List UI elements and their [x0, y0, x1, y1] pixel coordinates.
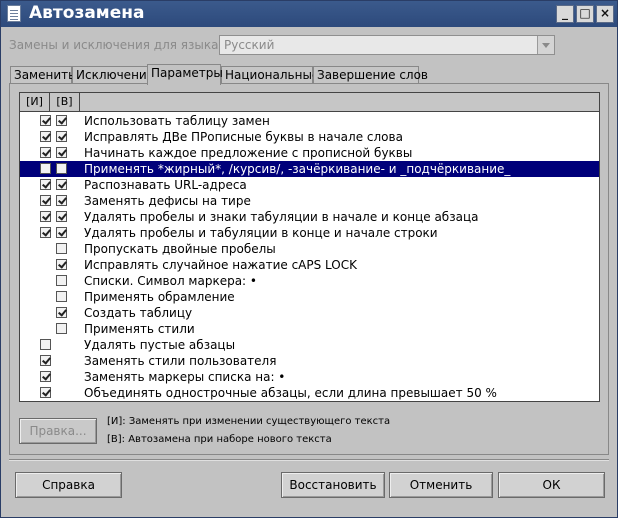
list-item[interactable]: Заменять стили пользователя: [20, 353, 599, 369]
option-label: Удалять пробелы и табуляции в конце и на…: [84, 226, 438, 240]
type-checkbox[interactable]: [56, 307, 67, 318]
minimize-button[interactable]: _: [556, 5, 574, 23]
modify-checkbox[interactable]: [40, 371, 51, 382]
option-label: Распознавать URL-адреса: [84, 178, 247, 192]
list-item[interactable]: Пропускать двойные пробелы: [20, 241, 599, 257]
list-item[interactable]: Исправлять случайное нажатие cAPS LOCK: [20, 257, 599, 273]
option-label: Заменять дефисы на тире: [84, 194, 251, 208]
list-item[interactable]: Заменять маркеры списка на: •: [20, 369, 599, 385]
autocorrect-dialog: Автозамена _ □ × Замены и исключения для…: [0, 0, 618, 518]
language-select[interactable]: Русский: [219, 35, 555, 55]
list-item[interactable]: Удалять пробелы и табуляции в конце и на…: [20, 225, 599, 241]
list-item[interactable]: Заменять дефисы на тире: [20, 193, 599, 209]
list-item[interactable]: Применять обрамление: [20, 289, 599, 305]
tab-replace[interactable]: Заменить: [10, 66, 75, 83]
type-checkbox[interactable]: [56, 227, 67, 238]
legend-type: [В]: Автозамена при наборе нового текста: [107, 434, 332, 445]
modify-checkbox[interactable]: [40, 387, 51, 398]
list-item[interactable]: Применять стили: [20, 321, 599, 337]
modify-checkbox[interactable]: [40, 131, 51, 142]
list-item[interactable]: Удалять пробелы и знаки табуляции в нача…: [20, 209, 599, 225]
type-checkbox[interactable]: [56, 147, 67, 158]
type-checkbox[interactable]: [56, 211, 67, 222]
legend-modify: [И]: Заменять при изменении существующег…: [107, 416, 391, 427]
modify-checkbox[interactable]: [40, 227, 51, 238]
option-label: Заменять маркеры списка на: •: [84, 370, 286, 384]
language-label: Замены и исключения для языка:: [9, 38, 223, 52]
list-item[interactable]: Использовать таблицу замен: [20, 113, 599, 129]
column-header-modify[interactable]: [И]: [20, 93, 50, 111]
list-item[interactable]: Начинать каждое предложение с прописной …: [20, 145, 599, 161]
chevron-down-icon[interactable]: [537, 36, 554, 54]
option-label: Заменять стили пользователя: [84, 354, 277, 368]
option-label: Удалять пробелы и знаки табуляции в нача…: [84, 210, 479, 224]
edit-button[interactable]: Правка...: [19, 418, 97, 444]
option-label: Исправлять случайное нажатие cAPS LOCK: [84, 258, 357, 272]
window-title: Автозамена: [29, 3, 145, 23]
type-checkbox[interactable]: [56, 259, 67, 270]
option-label: Начинать каждое предложение с прописной …: [84, 146, 413, 160]
column-header-type[interactable]: [В]: [50, 93, 80, 111]
option-label: Создать таблицу: [84, 306, 193, 320]
options-list[interactable]: [И] [В] Использовать таблицу замен Исправ…: [19, 92, 600, 402]
type-checkbox[interactable]: [56, 291, 67, 302]
option-label: Удалять пустые абзацы: [84, 338, 236, 352]
language-value: Русский: [224, 38, 275, 52]
type-checkbox[interactable]: [56, 323, 67, 334]
list-item[interactable]: Применять *жирный*, /курсив/, -зачёркива…: [20, 161, 599, 177]
type-checkbox[interactable]: [56, 195, 67, 206]
option-label: Использовать таблицу замен: [84, 114, 270, 128]
title-bar[interactable]: Автозамена _ □ ×: [1, 1, 617, 27]
type-checkbox[interactable]: [56, 179, 67, 190]
tab-options[interactable]: Параметры: [147, 64, 223, 85]
option-label: Применять стили: [84, 322, 195, 336]
type-checkbox[interactable]: [56, 243, 67, 254]
list-item[interactable]: Создать таблицу: [20, 305, 599, 321]
modify-checkbox[interactable]: [40, 339, 51, 350]
ok-button[interactable]: ОК: [498, 472, 605, 498]
modify-checkbox[interactable]: [40, 211, 51, 222]
option-label: Применять *жирный*, /курсив/, -зачёркива…: [84, 162, 511, 176]
option-label: Списки. Символ маркера: •: [84, 274, 257, 288]
list-item[interactable]: Распознавать URL-адреса: [20, 177, 599, 193]
separator: [9, 459, 609, 461]
tab-exceptions[interactable]: Исключения: [72, 66, 154, 83]
tab-localized[interactable]: Национальные: [221, 66, 319, 83]
option-label: Исправлять ДВе ПРописные буквы в начале …: [84, 130, 403, 144]
list-item[interactable]: Объединять однострочные абзацы, если дли…: [20, 385, 599, 401]
close-button[interactable]: ×: [596, 5, 614, 23]
option-label: Пропускать двойные пробелы: [84, 242, 276, 256]
type-checkbox[interactable]: [56, 115, 67, 126]
type-checkbox[interactable]: [56, 275, 67, 286]
modify-checkbox[interactable]: [40, 147, 51, 158]
list-item[interactable]: Удалять пустые абзацы: [20, 337, 599, 353]
modify-checkbox[interactable]: [40, 355, 51, 366]
maximize-button[interactable]: □: [576, 5, 594, 23]
option-label: Применять обрамление: [84, 290, 235, 304]
modify-checkbox[interactable]: [40, 115, 51, 126]
document-icon: [7, 5, 21, 22]
option-label: Объединять однострочные абзацы, если дли…: [84, 386, 497, 400]
list-item[interactable]: Списки. Символ маркера: •: [20, 273, 599, 289]
list-item[interactable]: Исправлять ДВе ПРописные буквы в начале …: [20, 129, 599, 145]
list-header: [И] [В]: [20, 93, 599, 112]
help-button[interactable]: Справка: [15, 472, 122, 498]
modify-checkbox[interactable]: [40, 163, 51, 174]
reset-button[interactable]: Восстановить: [281, 472, 385, 498]
tab-word-completion[interactable]: Завершение слов: [313, 66, 428, 83]
type-checkbox[interactable]: [56, 163, 67, 174]
type-checkbox[interactable]: [56, 131, 67, 142]
modify-checkbox[interactable]: [40, 195, 51, 206]
modify-checkbox[interactable]: [40, 179, 51, 190]
cancel-button[interactable]: Отменить: [389, 472, 493, 498]
